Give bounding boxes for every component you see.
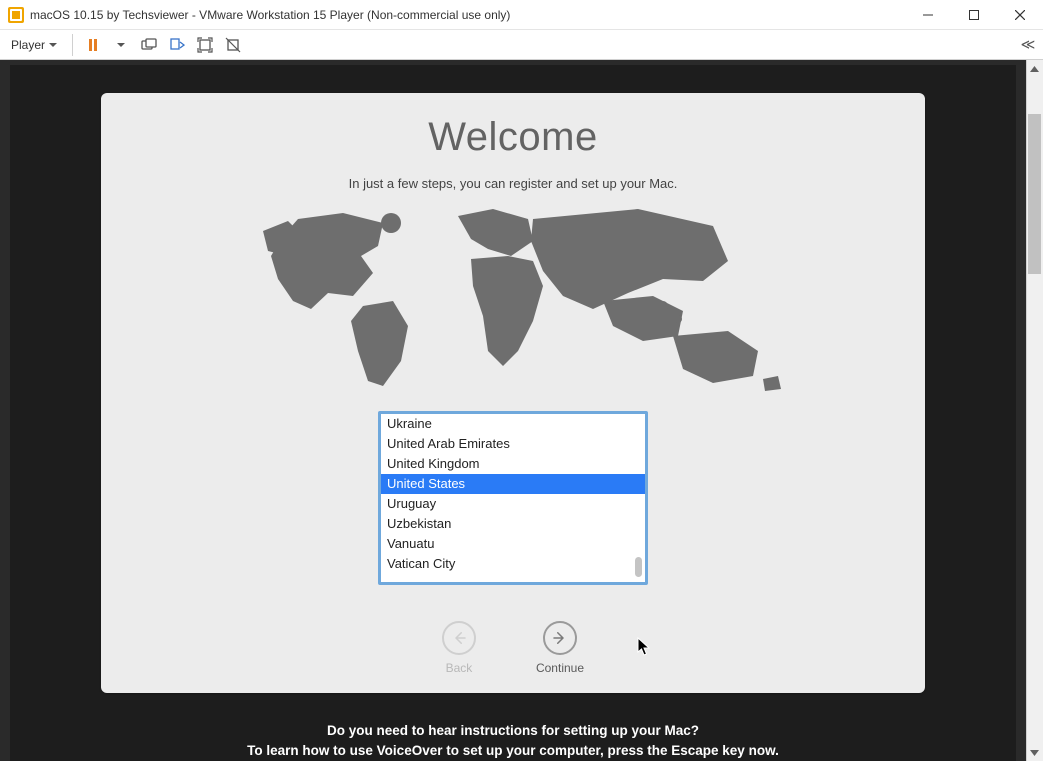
- close-button[interactable]: [997, 0, 1043, 30]
- continue-label: Continue: [536, 661, 584, 675]
- voiceover-line1: Do you need to hear instructions for set…: [247, 721, 779, 741]
- country-option[interactable]: Ukraine: [381, 414, 645, 434]
- fullscreen-icon: [197, 37, 213, 53]
- minimize-button[interactable]: [905, 0, 951, 30]
- collapse-icon: ≪: [1021, 36, 1034, 53]
- app-icon: [8, 7, 24, 23]
- pause-vm-button[interactable]: [81, 33, 105, 57]
- window-controls: [905, 0, 1043, 30]
- back-button: Back: [442, 621, 476, 675]
- manage-icon: [169, 37, 185, 53]
- player-menu-label: Player: [11, 38, 45, 52]
- unity-mode-button[interactable]: [221, 33, 245, 57]
- window-title: macOS 10.15 by Techsviewer - VMware Work…: [30, 8, 905, 22]
- macos-setup-card: Welcome In just a few steps, you can reg…: [101, 93, 925, 693]
- guest-screen[interactable]: Welcome In just a few steps, you can reg…: [10, 65, 1016, 761]
- manage-vm-button[interactable]: [165, 33, 189, 57]
- player-menu[interactable]: Player: [4, 35, 64, 55]
- scrollbar-thumb[interactable]: [1028, 114, 1041, 274]
- send-keys-icon: [141, 38, 157, 52]
- country-option[interactable]: United States: [381, 474, 645, 494]
- world-map: [233, 201, 793, 401]
- welcome-subtitle: In just a few steps, you can register an…: [349, 176, 678, 191]
- window-titlebar: macOS 10.15 by Techsviewer - VMware Work…: [0, 0, 1043, 30]
- welcome-title: Welcome: [428, 115, 597, 160]
- fullscreen-button[interactable]: [193, 33, 217, 57]
- maximize-button[interactable]: [951, 0, 997, 30]
- country-option[interactable]: Uruguay: [381, 494, 645, 514]
- list-scrollbar-thumb[interactable]: [635, 557, 642, 577]
- chevron-down-icon: [117, 43, 125, 47]
- setup-nav: Back Continue: [101, 621, 925, 675]
- arrow-left-icon: [450, 629, 468, 647]
- country-option[interactable]: United Kingdom: [381, 454, 645, 474]
- world-map-svg: [233, 201, 793, 401]
- arrow-right-icon: [551, 629, 569, 647]
- power-dropdown-button[interactable]: [109, 33, 133, 57]
- voiceover-line2: To learn how to use VoiceOver to set up …: [247, 741, 779, 761]
- pause-icon: [89, 39, 97, 51]
- vm-viewport: Welcome In just a few steps, you can reg…: [0, 60, 1043, 761]
- scroll-down-button[interactable]: [1026, 744, 1043, 761]
- send-ctrl-alt-del-button[interactable]: [137, 33, 161, 57]
- back-label: Back: [446, 661, 473, 675]
- vmware-toolbar: Player ≪: [0, 30, 1043, 60]
- toolbar-separator: [72, 34, 73, 56]
- country-option[interactable]: United Arab Emirates: [381, 434, 645, 454]
- country-option[interactable]: Uzbekistan: [381, 514, 645, 534]
- continue-button[interactable]: Continue: [536, 621, 584, 675]
- chevron-down-icon: [49, 43, 57, 47]
- country-option[interactable]: Vatican City: [381, 554, 645, 574]
- voiceover-help-text: Do you need to hear instructions for set…: [247, 721, 779, 760]
- collapse-toolbar-button[interactable]: ≪: [1015, 33, 1039, 57]
- country-list[interactable]: UkraineUnited Arab EmiratesUnited Kingdo…: [378, 411, 648, 585]
- scroll-up-button[interactable]: [1026, 60, 1043, 77]
- host-vertical-scrollbar[interactable]: [1026, 60, 1043, 761]
- country-option[interactable]: Vanuatu: [381, 534, 645, 554]
- unity-icon: [225, 37, 241, 53]
